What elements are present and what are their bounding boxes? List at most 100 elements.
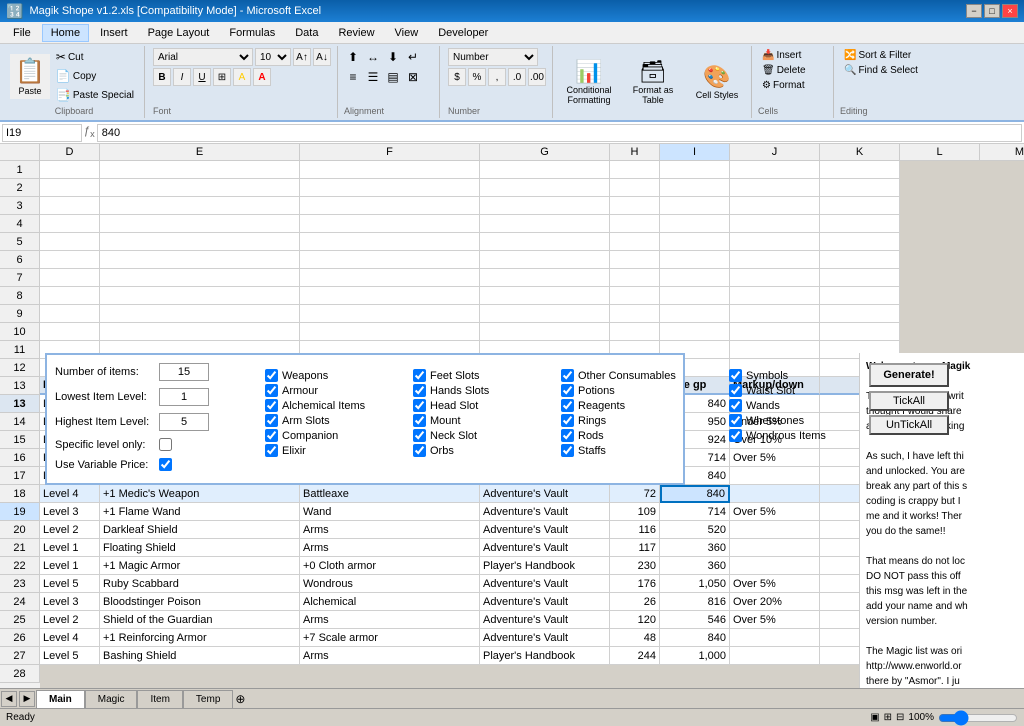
cell-k5[interactable] [820,233,900,251]
cell-g5[interactable] [480,233,610,251]
checkbox-symbols-input[interactable] [729,369,742,382]
normal-view-icon[interactable]: ▣ [870,712,879,723]
cell-k9[interactable] [820,305,900,323]
checkbox-rods-input[interactable] [561,429,574,442]
cell-i5[interactable] [660,233,730,251]
highest-level-input[interactable] [159,413,209,431]
cell-h4[interactable] [610,215,660,233]
cell-f8[interactable] [300,287,480,305]
align-bottom-button[interactable]: ⬇ [384,48,402,66]
cell-f28[interactable]: Arms [300,647,480,665]
checkbox-potions-input[interactable] [561,384,574,397]
cell-j27[interactable] [730,629,820,647]
cell-d27[interactable]: Level 4 [40,629,100,647]
cell-g19[interactable]: Adventure's Vault [480,485,610,503]
checkbox-head-slot-input[interactable] [413,399,426,412]
checkbox-wands-input[interactable] [729,399,742,412]
cell-i21[interactable]: 520 [660,521,730,539]
cell-e4[interactable] [100,215,300,233]
cell-k4[interactable] [820,215,900,233]
cell-j6[interactable] [730,251,820,269]
cell-j22[interactable] [730,539,820,557]
menu-file[interactable]: File [4,24,40,42]
sheet-tab-magic[interactable]: Magic [85,690,138,708]
checkbox-neck-slot-input[interactable] [413,429,426,442]
cell-g1[interactable] [480,161,610,179]
cell-e22[interactable]: Floating Shield [100,539,300,557]
specific-level-checkbox[interactable] [159,438,172,451]
cell-e21[interactable]: Darkleaf Shield [100,521,300,539]
cell-e6[interactable] [100,251,300,269]
cell-f27[interactable]: +7 Scale armor [300,629,480,647]
cell-j2[interactable] [730,179,820,197]
cell-f19[interactable]: Battleaxe [300,485,480,503]
paste-special-button[interactable]: 📑 Paste Special [52,86,138,104]
cell-e25[interactable]: Bloodstinger Poison [100,593,300,611]
cell-d5[interactable] [40,233,100,251]
cell-k3[interactable] [820,197,900,215]
cell-i25[interactable]: 816 [660,593,730,611]
cell-f4[interactable] [300,215,480,233]
cell-i24[interactable]: 1,050 [660,575,730,593]
cell-d25[interactable]: Level 3 [40,593,100,611]
percent-button[interactable]: % [468,68,486,86]
cell-e7[interactable] [100,269,300,287]
cell-i3[interactable] [660,197,730,215]
cell-f23[interactable]: +0 Cloth armor [300,557,480,575]
cell-d2[interactable] [40,179,100,197]
checkbox-other-consumables-input[interactable] [561,369,574,382]
format-table-button[interactable]: 🗃 Format as Table [623,56,683,108]
cell-j3[interactable] [730,197,820,215]
cell-d8[interactable] [40,287,100,305]
format-cells-button[interactable]: ⚙ Format [758,78,829,93]
cell-d26[interactable]: Level 2 [40,611,100,629]
cell-k8[interactable] [820,287,900,305]
cell-f25[interactable]: Alchemical [300,593,480,611]
copy-button[interactable]: 📄 Copy [52,67,138,85]
cell-k7[interactable] [820,269,900,287]
cell-h25[interactable]: 26 [610,593,660,611]
cell-f3[interactable] [300,197,480,215]
cell-h20[interactable]: 109 [610,503,660,521]
cell-e28[interactable]: Bashing Shield [100,647,300,665]
cell-g4[interactable] [480,215,610,233]
cell-h2[interactable] [610,179,660,197]
cell-h3[interactable] [610,197,660,215]
cell-j9[interactable] [730,305,820,323]
cell-g22[interactable]: Adventure's Vault [480,539,610,557]
cell-f20[interactable]: Wand [300,503,480,521]
page-layout-icon[interactable]: ⊞ [884,712,892,723]
menu-page-layout[interactable]: Page Layout [139,24,219,42]
insert-sheet-button[interactable]: ⊕ [235,692,245,706]
cell-j1[interactable] [730,161,820,179]
close-button[interactable]: × [1002,4,1018,18]
cell-h8[interactable] [610,287,660,305]
cell-i8[interactable] [660,287,730,305]
merge-button[interactable]: ⊠ [404,68,422,86]
cell-f7[interactable] [300,269,480,287]
num-items-input[interactable] [159,363,209,381]
menu-home[interactable]: Home [42,24,89,42]
checkbox-wondrous-input[interactable] [729,429,742,442]
cell-i23[interactable]: 360 [660,557,730,575]
checkbox-mount-input[interactable] [413,414,426,427]
menu-review[interactable]: Review [329,24,383,42]
cell-d10[interactable] [40,323,100,341]
cell-h27[interactable]: 48 [610,629,660,647]
zoom-slider[interactable] [938,710,1018,726]
align-left-button[interactable]: ≡ [344,68,362,86]
cell-d1[interactable] [40,161,100,179]
cell-g7[interactable] [480,269,610,287]
delete-cells-button[interactable]: 🗑 Delete [758,63,829,78]
cell-i28[interactable]: 1,000 [660,647,730,665]
cell-e23[interactable]: +1 Magic Armor [100,557,300,575]
checkbox-whetstones-input[interactable] [729,414,742,427]
cell-i9[interactable] [660,305,730,323]
untick-all-button[interactable]: UnTickAll [869,415,949,435]
align-center-button[interactable]: ☰ [364,68,382,86]
variable-price-checkbox[interactable] [159,458,172,471]
cell-h23[interactable]: 230 [610,557,660,575]
cell-j5[interactable] [730,233,820,251]
checkbox-rings-input[interactable] [561,414,574,427]
cell-h7[interactable] [610,269,660,287]
